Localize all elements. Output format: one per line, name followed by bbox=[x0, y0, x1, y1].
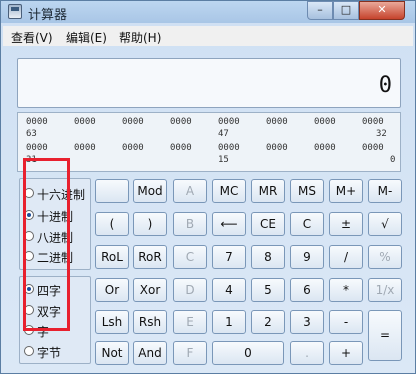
bit-position: 63 bbox=[26, 129, 37, 139]
bit-group: 0000 bbox=[74, 117, 96, 127]
m-minus-button[interactable]: M- bbox=[368, 179, 402, 203]
hex-d-button[interactable]: D bbox=[173, 278, 207, 302]
hex-c-button[interactable]: C bbox=[173, 245, 207, 269]
bit-group: 0000 bbox=[170, 117, 192, 127]
bit-group: 0000 bbox=[362, 143, 384, 153]
backspace-button[interactable]: ⟵ bbox=[212, 212, 246, 236]
bit-group: 0000 bbox=[74, 143, 96, 153]
bit-group: 0000 bbox=[218, 117, 240, 127]
not-button[interactable]: Not bbox=[95, 341, 129, 365]
and-button[interactable]: And bbox=[133, 341, 167, 365]
hex-b-button[interactable]: B bbox=[173, 212, 207, 236]
bit-group: 0000 bbox=[266, 143, 288, 153]
plus-minus-button[interactable]: ± bbox=[329, 212, 363, 236]
radio-button[interactable] bbox=[24, 346, 34, 356]
menu-bar: 查看(V) 编辑(E) 帮助(H) bbox=[3, 26, 413, 46]
decimal-button[interactable]: . bbox=[290, 341, 324, 365]
equals-button[interactable]: = bbox=[368, 310, 402, 361]
digit-2-button[interactable]: 2 bbox=[251, 310, 285, 334]
radio-label: 字节 bbox=[37, 346, 62, 360]
bit-group: 0000 bbox=[314, 117, 336, 127]
digit-9-button[interactable]: 9 bbox=[290, 245, 324, 269]
xor-button[interactable]: Xor bbox=[133, 278, 167, 302]
bit-group: 0000 bbox=[218, 143, 240, 153]
bit-group: 0000 bbox=[26, 143, 48, 153]
ms-button[interactable]: MS bbox=[290, 179, 324, 203]
digit-3-button[interactable]: 3 bbox=[290, 310, 324, 334]
digit-0-button[interactable]: 0 bbox=[212, 341, 284, 365]
title-bar[interactable]: 计算器 – □ ✕ bbox=[1, 1, 415, 23]
multiply-button[interactable]: * bbox=[329, 278, 363, 302]
blank-button[interactable] bbox=[95, 179, 129, 203]
annotation-box bbox=[23, 158, 70, 331]
bit-group: 0000 bbox=[314, 143, 336, 153]
digit-1-button[interactable]: 1 bbox=[212, 310, 246, 334]
divide-button[interactable]: / bbox=[329, 245, 363, 269]
sqrt-button[interactable]: √ bbox=[368, 212, 402, 236]
calculator-window: 计算器 – □ ✕ 查看(V) 编辑(E) 帮助(H) 0 0000 0000 … bbox=[0, 0, 416, 374]
add-button[interactable]: + bbox=[329, 341, 363, 365]
bit-group: 0000 bbox=[266, 117, 288, 127]
bit-position: 0 bbox=[390, 155, 396, 165]
minimize-button[interactable]: – bbox=[307, 1, 333, 20]
bit-position: 32 bbox=[376, 129, 387, 139]
right-paren-button[interactable]: ) bbox=[133, 212, 167, 236]
ce-button[interactable]: CE bbox=[251, 212, 285, 236]
or-button[interactable]: Or bbox=[95, 278, 129, 302]
hex-e-button[interactable]: E bbox=[173, 310, 207, 334]
bit-group: 0000 bbox=[122, 117, 144, 127]
digit-6-button[interactable]: 6 bbox=[290, 278, 324, 302]
mc-button[interactable]: MC bbox=[212, 179, 246, 203]
percent-button[interactable]: % bbox=[368, 245, 402, 269]
m-plus-button[interactable]: M+ bbox=[329, 179, 363, 203]
bit-group: 0000 bbox=[26, 117, 48, 127]
maximize-button[interactable]: □ bbox=[333, 1, 359, 20]
bit-position: 47 bbox=[218, 129, 229, 139]
lsh-button[interactable]: Lsh bbox=[95, 310, 129, 334]
bit-group: 0000 bbox=[170, 143, 192, 153]
clear-button[interactable]: C bbox=[290, 212, 324, 236]
rol-button[interactable]: RoL bbox=[95, 245, 129, 269]
digit-7-button[interactable]: 7 bbox=[212, 245, 246, 269]
result-display: 0 bbox=[17, 58, 401, 108]
rsh-button[interactable]: Rsh bbox=[133, 310, 167, 334]
hex-a-button[interactable]: A bbox=[173, 179, 207, 203]
bit-group: 0000 bbox=[362, 117, 384, 127]
display-value: 0 bbox=[378, 73, 392, 98]
mr-button[interactable]: MR bbox=[251, 179, 285, 203]
ror-button[interactable]: RoR bbox=[133, 245, 167, 269]
digit-5-button[interactable]: 5 bbox=[251, 278, 285, 302]
left-paren-button[interactable]: ( bbox=[95, 212, 129, 236]
window-title: 计算器 bbox=[28, 8, 68, 23]
bit-display: 0000 0000 0000 0000 0000 0000 0000 0000 … bbox=[17, 112, 401, 172]
menu-edit[interactable]: 编辑(E) bbox=[66, 29, 107, 46]
subtract-button[interactable]: - bbox=[329, 310, 363, 334]
mod-button[interactable]: Mod bbox=[133, 179, 167, 203]
reciprocal-button[interactable]: 1/x bbox=[368, 278, 402, 302]
hex-f-button[interactable]: F bbox=[173, 341, 207, 365]
calculator-icon bbox=[8, 4, 22, 19]
digit-8-button[interactable]: 8 bbox=[251, 245, 285, 269]
close-button[interactable]: ✕ bbox=[359, 1, 405, 20]
bit-position: 15 bbox=[218, 155, 229, 165]
digit-4-button[interactable]: 4 bbox=[212, 278, 246, 302]
menu-help[interactable]: 帮助(H) bbox=[119, 29, 161, 46]
bit-group: 0000 bbox=[122, 143, 144, 153]
menu-view[interactable]: 查看(V) bbox=[11, 29, 53, 46]
